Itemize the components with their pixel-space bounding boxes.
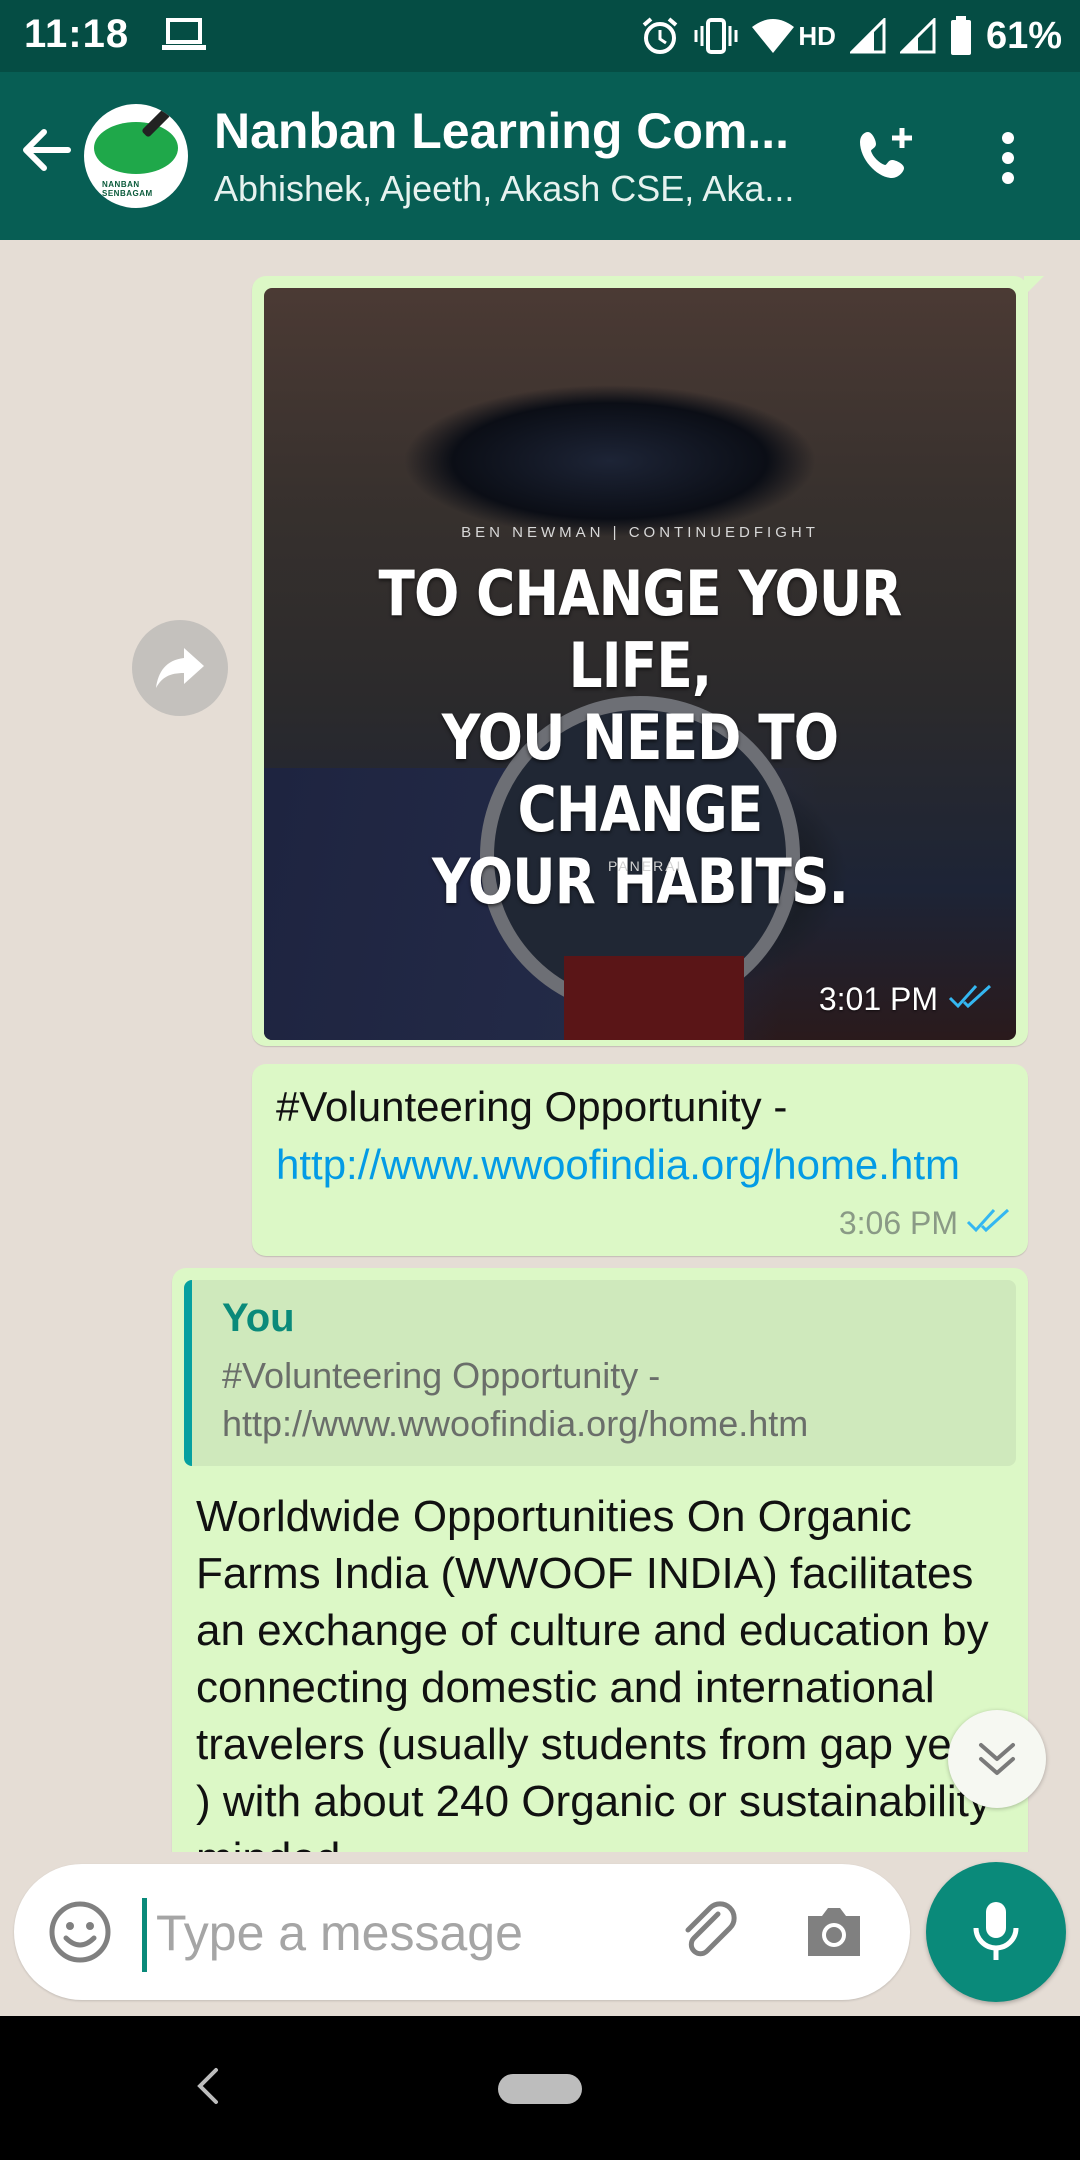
network-label: HD	[798, 20, 836, 51]
double-check-icon	[966, 1205, 1010, 1242]
status-time: 11:18	[24, 12, 130, 56]
message-time: 3:06 PM	[838, 1205, 958, 1241]
text-cursor	[142, 1898, 147, 1972]
message-text: Worldwide Opportunities On Organic Farms…	[196, 1492, 1006, 1852]
message-photo[interactable]: BEN NEWMAN | CONTINUEDFIGHT TO CHANGE YO…	[264, 288, 1016, 1040]
message-meta: 3:06 PM	[839, 1205, 1010, 1242]
photo-band-shape	[564, 956, 744, 1040]
avatar-map-shape	[94, 122, 178, 174]
group-avatar[interactable]: NANBAN SENBAGAM	[84, 104, 188, 208]
message-link[interactable]: http://www.wwoofindia.org/home.htm	[276, 1141, 960, 1188]
chat-participants[interactable]: Abhishek, Ajeeth, Akash CSE, Aka...	[214, 168, 814, 210]
message-body: #Volunteering Opportunity -	[276, 1083, 788, 1130]
chat-messages[interactable]: BEN NEWMAN | CONTINUEDFIGHT TO CHANGE YO…	[0, 240, 1080, 1852]
double-check-icon	[948, 981, 992, 1018]
camera-icon[interactable]	[802, 1902, 866, 1965]
quoted-text-line: #Volunteering Opportunity -	[222, 1355, 661, 1396]
photo-credit-text: BEN NEWMAN | CONTINUEDFIGHT	[461, 524, 819, 541]
vibrate-icon	[694, 18, 738, 54]
photo-brand-text: PANERAI	[608, 858, 683, 874]
emoji-icon[interactable]	[46, 1898, 114, 1971]
avatar-brand-text: NANBAN SENBAGAM	[102, 180, 153, 198]
message-meta: 3:01 PM	[819, 981, 992, 1018]
double-chevron-down-icon	[979, 1743, 1015, 1775]
message-time: 3:01 PM	[818, 981, 938, 1017]
add-call-icon[interactable]	[854, 124, 918, 193]
nav-back-icon[interactable]	[196, 2066, 220, 2111]
wifi-icon	[752, 19, 795, 53]
quote-line: YOU NEED TO CHANGE	[441, 701, 839, 846]
paperclip-icon[interactable]	[678, 1900, 742, 1969]
quoted-author: You	[222, 1296, 295, 1340]
alarm-icon	[640, 16, 680, 56]
reply-message[interactable]: You #Volunteering Opportunity - http://w…	[172, 1268, 1028, 1852]
scroll-to-bottom-button[interactable]	[948, 1710, 1046, 1808]
message-composer	[14, 1864, 910, 2000]
message-text: #Volunteering Opportunity - http://www.w…	[276, 1078, 1016, 1194]
battery-level: 61%	[985, 14, 1062, 57]
chat-title[interactable]: Nanban Learning Com...	[214, 102, 814, 160]
chat-header: NANBAN SENBAGAM Nanban Learning Com... A…	[0, 72, 1080, 240]
voice-record-button[interactable]	[926, 1862, 1066, 2002]
image-message[interactable]: BEN NEWMAN | CONTINUEDFIGHT TO CHANGE YO…	[252, 276, 1044, 1046]
status-icons: HD 61%	[640, 12, 1062, 60]
status-bar: 11:18 HD 61%	[0, 0, 1080, 72]
nav-home-pill[interactable]	[498, 2074, 582, 2104]
more-vert-icon[interactable]	[996, 130, 1020, 191]
microphone-icon	[973, 1902, 1019, 1960]
battery-icon	[950, 16, 972, 56]
message-input[interactable]	[156, 1894, 656, 1972]
signal-icon	[899, 18, 936, 54]
laptop-icon	[162, 18, 206, 57]
quote-line: YOUR HABITS.	[431, 845, 849, 918]
quoted-message[interactable]: You #Volunteering Opportunity - http://w…	[184, 1280, 1016, 1466]
forward-button[interactable]	[132, 620, 228, 716]
quote-line: TO CHANGE YOUR LIFE,	[378, 557, 902, 702]
back-arrow-icon[interactable]	[18, 122, 74, 183]
quoted-text: #Volunteering Opportunity - http://www.w…	[222, 1352, 1002, 1448]
system-nav-bar	[0, 2016, 1080, 2160]
quoted-text-line: http://www.wwoofindia.org/home.htm	[222, 1403, 809, 1444]
text-message[interactable]: #Volunteering Opportunity - http://www.w…	[252, 1064, 1028, 1256]
signal-icon	[849, 18, 886, 54]
